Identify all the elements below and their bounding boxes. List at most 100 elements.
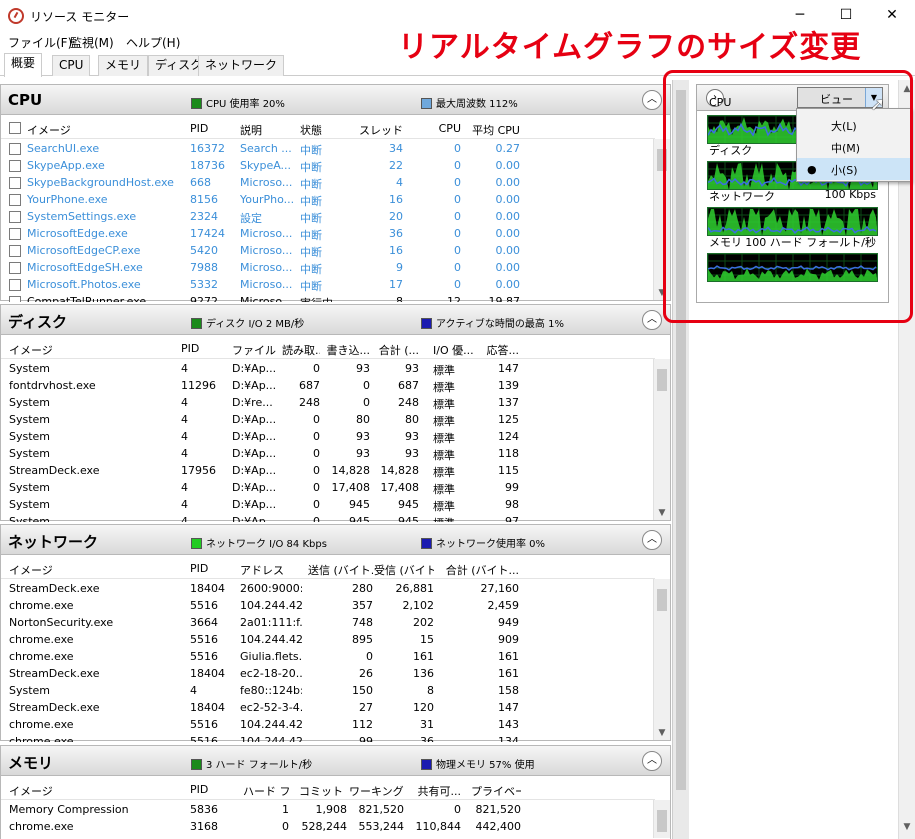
- cpu-section-header[interactable]: CPU CPU 使用率 20% 最大周波数 112% ︿: [1, 85, 670, 115]
- table-row[interactable]: MicrosoftEdge.exe 17424 Microso... 中断 36 0 0.0…: [1, 225, 655, 242]
- column-header[interactable]: イメージ: [9, 783, 179, 799]
- table-row[interactable]: SearchUI.exe 16372 Search ... 中断 34 0 0.27: [1, 140, 655, 157]
- column-header[interactable]: PID: [190, 562, 235, 575]
- column-header[interactable]: 共有可...: [411, 783, 462, 799]
- disk-section-header[interactable]: ディスク ディスク I/O 2 MB/秒 アクティブな時間の最高 1% ︿: [1, 305, 670, 335]
- column-header[interactable]: 受信 (バイト...: [374, 562, 434, 578]
- column-header[interactable]: 送信 (バイト...: [308, 562, 373, 578]
- table-row[interactable]: SkypeApp.exe 18736 SkypeA... 中断 22 0 0.00: [1, 157, 655, 174]
- table-row[interactable]: StreamDeck.exe 18404 2600:9000:... 280 26,88…: [1, 580, 655, 597]
- table-row[interactable]: System 4 D:¥Ap... 0 17,408 17,408 標準 99: [1, 479, 655, 496]
- memory-table-scrollbar[interactable]: [653, 800, 670, 838]
- table-row[interactable]: System 4 fe80::124b:... 150 8 158: [1, 682, 655, 699]
- row-checkbox[interactable]: [9, 245, 21, 257]
- network-section-header[interactable]: ネットワーク ネットワーク I/O 84 Kbps ネットワーク使用率 0% ︿: [1, 525, 670, 555]
- scrollbar-thumb[interactable]: [657, 369, 667, 391]
- memory-section-header[interactable]: メモリ 3 ハード フォールト/秒 物理メモリ 57% 使用 ︿: [1, 746, 670, 776]
- tab-cpu[interactable]: CPU: [52, 55, 91, 76]
- row-checkbox[interactable]: [9, 228, 21, 240]
- column-header[interactable]: CPU: [414, 122, 461, 135]
- menu-monitor[interactable]: 監視(M): [70, 34, 114, 51]
- table-row[interactable]: Microsoft.Photos.exe 5332 Microso... 中断 17 0 0…: [1, 276, 655, 293]
- table-row[interactable]: CompatTelRunner.exe 9272 Microso... 実行中 8 12 1…: [1, 293, 655, 302]
- table-row[interactable]: System 4 D:¥Ap... 0 93 93 標準 118: [1, 445, 655, 462]
- column-header[interactable]: プライベー...: [471, 783, 521, 799]
- row-checkbox[interactable]: [9, 279, 21, 291]
- table-row[interactable]: chrome.exe 3168 0 528,244 553,244 110,844 442,…: [1, 818, 655, 835]
- column-header[interactable]: イメージ: [9, 562, 179, 578]
- column-header[interactable]: 合計 (バイト...: [444, 562, 519, 578]
- column-header[interactable]: 平均 CPU: [463, 122, 520, 138]
- scroll-down-arrow-icon[interactable]: ▼: [654, 508, 670, 518]
- row-checkbox[interactable]: [9, 262, 21, 274]
- table-row[interactable]: fontdrvhost.exe 11296 D:¥Ap... 687 0 687 標準 139: [1, 377, 655, 394]
- table-row[interactable]: System 4 D:¥Ap... 0 93 93 標準 124: [1, 428, 655, 445]
- row-checkbox[interactable]: [9, 194, 21, 206]
- table-row[interactable]: StreamDeck.exe 17956 D:¥Ap... 0 14,828 14,828…: [1, 462, 655, 479]
- row-checkbox[interactable]: [9, 160, 21, 172]
- table-row[interactable]: MicrosoftEdgeCP.exe 5420 Microso... 中断 16 0 0.…: [1, 242, 655, 259]
- column-header[interactable]: PID: [190, 122, 235, 135]
- collapse-icon[interactable]: ︿: [642, 90, 662, 110]
- select-all-checkbox[interactable]: [9, 122, 21, 134]
- table-row[interactable]: YourPhone.exe 8156 YourPho... 中断 16 0 0.00: [1, 191, 655, 208]
- menu-file[interactable]: ファイル(F): [8, 34, 72, 51]
- network-table-scrollbar[interactable]: ▼: [653, 579, 670, 740]
- tab-overview[interactable]: 概要: [4, 53, 43, 77]
- row-checkbox[interactable]: [9, 211, 21, 223]
- scroll-down-arrow-icon[interactable]: ▼: [899, 822, 915, 832]
- table-row[interactable]: Memory Compression 5836 1 1,908 821,520 0 821,…: [1, 801, 655, 818]
- table-row[interactable]: System 4 D:¥Ap... 0 945 945 標準 97: [1, 513, 655, 522]
- close-button[interactable]: ✕: [869, 0, 915, 31]
- column-header[interactable]: 応答...: [479, 342, 520, 358]
- row-checkbox[interactable]: [9, 177, 21, 189]
- collapse-icon[interactable]: ︿: [642, 530, 662, 550]
- column-header[interactable]: 読み取...: [282, 342, 320, 358]
- table-row[interactable]: NortonSecurity.exe 3664 2a01:111:f... 748 20…: [1, 614, 655, 631]
- table-row[interactable]: MicrosoftEdgeSH.exe 7988 Microso... 中断 9 0 0.0…: [1, 259, 655, 276]
- column-header[interactable]: ハード フ...: [243, 783, 289, 799]
- disk-table-scrollbar[interactable]: ▼: [653, 359, 670, 520]
- column-header[interactable]: コミット (...: [299, 783, 347, 799]
- collapse-icon[interactable]: ︿: [642, 310, 662, 330]
- table-row[interactable]: chrome.exe 5516 104.244.42... 895 15 909: [1, 631, 655, 648]
- table-row[interactable]: SystemSettings.exe 2324 設定 中断 20 0 0.00: [1, 208, 655, 225]
- table-row[interactable]: System 4 D:¥Ap... 0 80 80 標準 125: [1, 411, 655, 428]
- column-header[interactable]: ワーキング...: [349, 783, 404, 799]
- table-row[interactable]: System 4 D:¥Ap... 0 93 93 標準 147: [1, 360, 655, 377]
- collapse-icon[interactable]: ︿: [642, 751, 662, 771]
- row-checkbox[interactable]: [9, 296, 21, 302]
- column-header[interactable]: PID: [181, 342, 226, 355]
- column-header[interactable]: 合計 (...: [374, 342, 419, 358]
- tab-network[interactable]: ネットワーク: [198, 55, 285, 76]
- table-row[interactable]: chrome.exe 5516 104.244.42... 357 2,102 2,459: [1, 597, 655, 614]
- scroll-down-arrow-icon[interactable]: ▼: [654, 728, 670, 738]
- table-row[interactable]: chrome.exe 5516 Giulia.flets... 0 161 161: [1, 648, 655, 665]
- column-header[interactable]: スレッド: [353, 122, 403, 138]
- column-header[interactable]: イメージ: [27, 122, 177, 138]
- column-header[interactable]: イメージ: [9, 342, 174, 358]
- table-row[interactable]: StreamDeck.exe 18404 ec2-52-3-4... 27 120 147: [1, 699, 655, 716]
- tab-memory[interactable]: メモリ: [98, 55, 149, 76]
- scrollbar-thumb[interactable]: [657, 589, 667, 611]
- column-header[interactable]: PID: [190, 783, 235, 796]
- table-row[interactable]: SkypeBackgroundHost.exe 668 Microso... 中断 4 0…: [1, 174, 655, 191]
- table-row[interactable]: chrome.exe 5516 104.244.42... 112 31 143: [1, 716, 655, 733]
- column-header[interactable]: アドレス: [240, 562, 302, 578]
- menu-help[interactable]: ヘルプ(H): [126, 34, 180, 51]
- table-cell: SkypeApp.exe: [27, 159, 105, 172]
- table-cell: 4: [181, 362, 188, 375]
- table-row[interactable]: System 4 D:¥re... 248 0 248 標準 137: [1, 394, 655, 411]
- column-header[interactable]: 書き込...: [325, 342, 371, 358]
- column-header[interactable]: ファイル: [232, 342, 279, 358]
- column-header[interactable]: I/O 優...: [433, 342, 473, 358]
- table-cell: 19.87: [488, 295, 521, 302]
- table-row[interactable]: StreamDeck.exe 18404 ec2-18-20... 26 136 161: [1, 665, 655, 682]
- row-checkbox[interactable]: [9, 143, 21, 155]
- column-header[interactable]: 説明: [240, 122, 295, 138]
- column-header[interactable]: 状態: [300, 122, 350, 138]
- scrollbar-thumb[interactable]: [657, 810, 667, 832]
- table-cell: chrome.exe: [9, 650, 74, 663]
- table-row[interactable]: System 4 D:¥Ap... 0 945 945 標準 98: [1, 496, 655, 513]
- table-row[interactable]: chrome.exe 5516 104.244.42... 99 36 134: [1, 733, 655, 742]
